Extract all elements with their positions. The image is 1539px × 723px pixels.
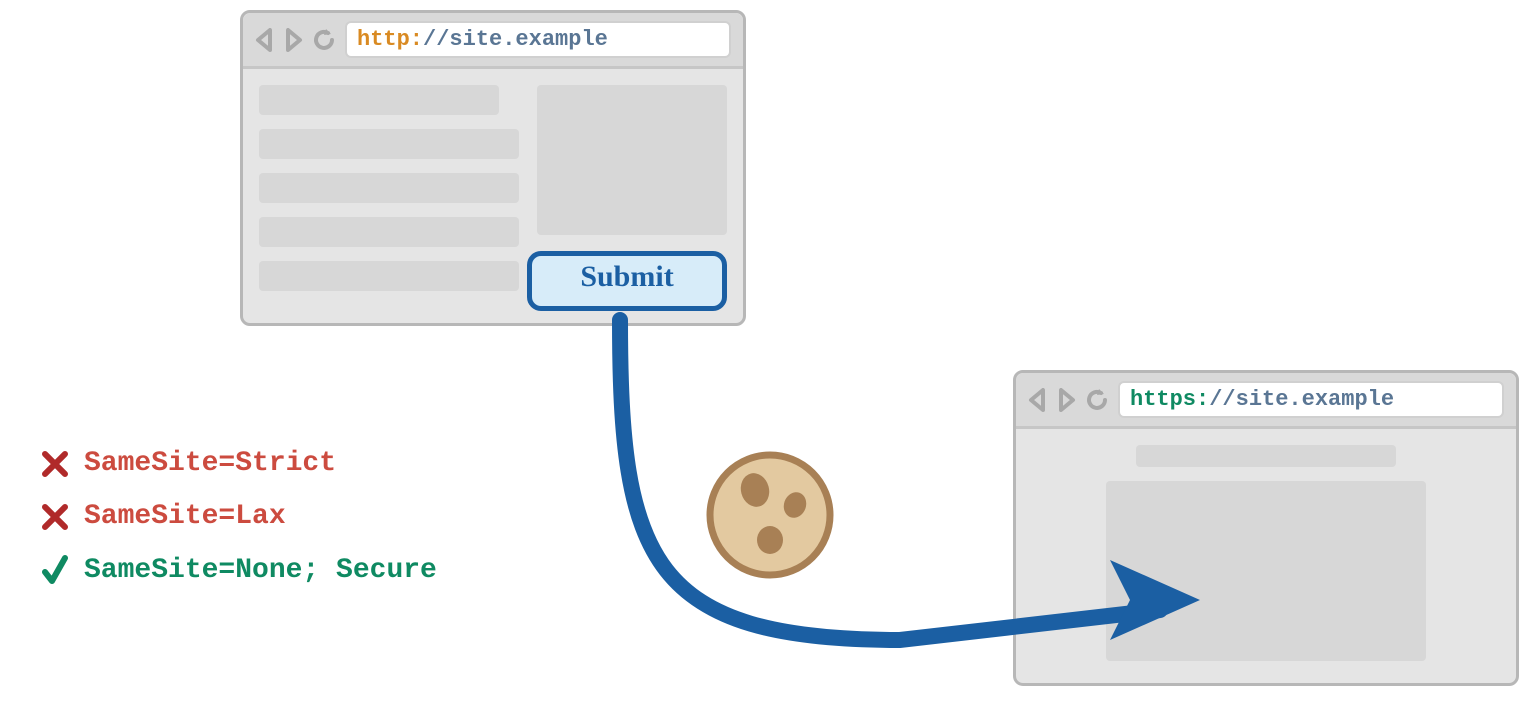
browser-source: http://site.example Submit <box>240 10 746 326</box>
x-icon <box>40 503 70 531</box>
submit-button[interactable]: Submit <box>527 251 727 311</box>
content-line <box>259 85 499 115</box>
address-bar: https://site.example <box>1118 381 1504 418</box>
forward-icon <box>1056 388 1076 412</box>
legend-row: SameSite=Strict <box>40 448 437 479</box>
cookie-icon <box>700 445 840 585</box>
legend-row: SameSite=Lax <box>40 501 437 532</box>
content-body <box>1106 481 1426 661</box>
content-line <box>259 129 519 159</box>
legend-row: SameSite=None; Secure <box>40 554 437 586</box>
legend-label: SameSite=Strict <box>84 448 336 479</box>
browser-toolbar: http://site.example <box>243 13 743 69</box>
address-bar: http://site.example <box>345 21 731 58</box>
url-scheme: http: <box>357 27 423 52</box>
reload-icon <box>311 27 337 53</box>
content-line <box>259 217 519 247</box>
page-content <box>1016 429 1516 689</box>
reload-icon <box>1084 387 1110 413</box>
content-line <box>259 173 519 203</box>
check-icon <box>40 554 70 586</box>
url-scheme: https: <box>1130 387 1209 412</box>
legend-label: SameSite=Lax <box>84 501 286 532</box>
forward-icon <box>283 28 303 52</box>
legend-label: SameSite=None; Secure <box>84 555 437 586</box>
browser-target: https://site.example <box>1013 370 1519 686</box>
url-host: //site.example <box>423 27 608 52</box>
browser-toolbar: https://site.example <box>1016 373 1516 429</box>
content-heading <box>1136 445 1396 467</box>
page-content: Submit <box>243 69 743 329</box>
samesite-legend: SameSite=Strict SameSite=Lax SameSite=None… <box>40 448 437 608</box>
image-placeholder <box>537 85 727 235</box>
x-icon <box>40 450 70 478</box>
url-host: //site.example <box>1209 387 1394 412</box>
back-icon <box>255 28 275 52</box>
back-icon <box>1028 388 1048 412</box>
content-line <box>259 261 519 291</box>
diagram-stage: http://site.example Submit https://site.… <box>0 0 1539 723</box>
